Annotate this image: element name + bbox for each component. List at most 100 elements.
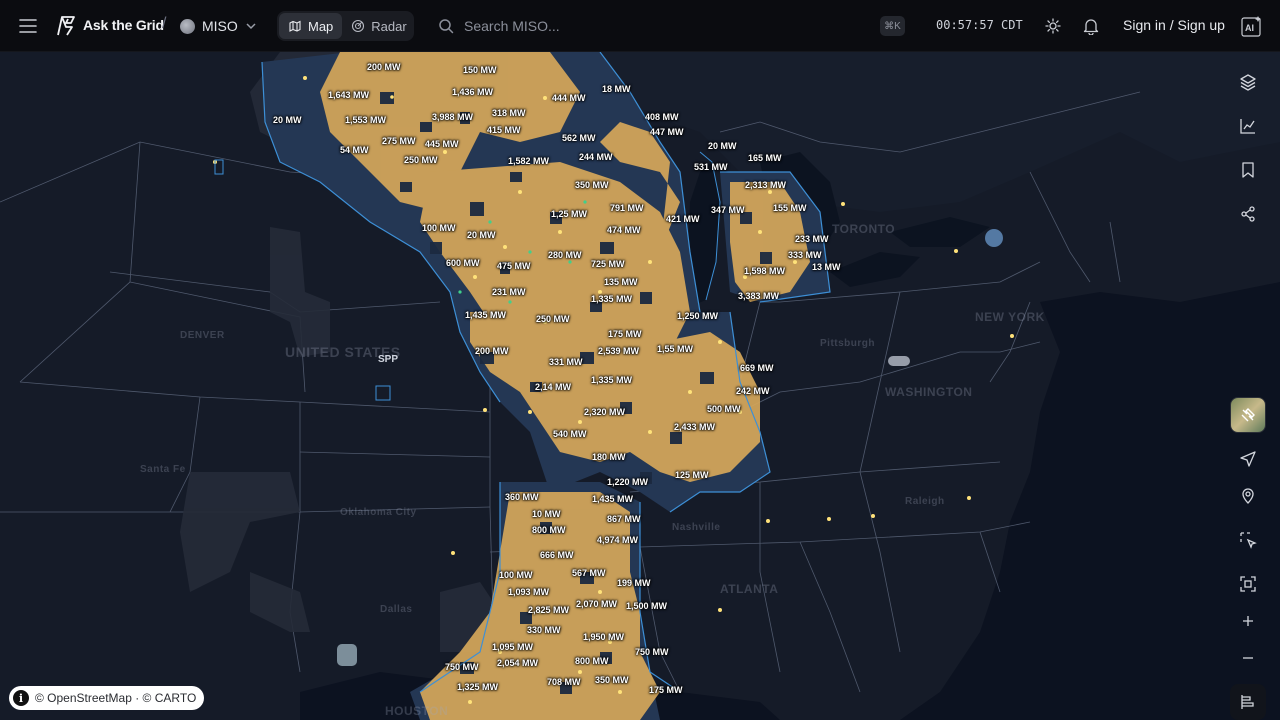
capacity-label: 180 MW [592,452,626,462]
capacity-label: 4,974 MW [597,535,639,545]
fit-icon [1240,576,1256,592]
share-button[interactable] [1230,196,1266,232]
map-basemap [0,52,1280,720]
capacity-label: 1,335 MW [591,375,633,385]
city-label: Oklahoma City [340,507,417,518]
fit-view-button[interactable] [1230,566,1266,602]
capacity-label: 1,598 MW [744,266,786,276]
capacity-label: 725 MW [591,259,625,269]
bookmark-button[interactable] [1230,152,1266,188]
capacity-label: 280 MW [548,250,582,260]
capacity-label: 333 MW [788,250,822,260]
map-canvas[interactable]: UNITED STATES DENVER Oklahoma City Dalla… [0,52,1280,720]
chart-button[interactable] [1230,108,1266,144]
iso-selector[interactable]: MISO [180,14,257,38]
capacity-label: 1,093 MW [508,587,550,597]
radar-icon [352,19,365,33]
capacity-label: 242 MW [736,386,770,396]
capacity-label: 1,643 MW [328,90,370,100]
legend-button[interactable] [1230,684,1266,720]
view-switcher: Map Radar [277,11,414,41]
capacity-label: 666 MW [540,550,574,560]
zoom-out-icon [1243,657,1253,659]
capacity-label: 318 MW [492,108,526,118]
bookmark-icon [1242,162,1254,178]
search-input[interactable] [464,18,864,34]
search-box [430,11,910,41]
capacity-label: 1,500 MW [626,601,668,611]
map-icon [289,20,301,32]
tab-radar[interactable]: Radar [342,13,415,39]
capacity-label: 200 MW [475,346,509,356]
capacity-label: 2,825 MW [528,605,570,615]
logo-icon[interactable] [56,15,76,37]
capacity-label: 540 MW [553,429,587,439]
capacity-label: 165 MW [748,153,782,163]
menu-icon[interactable] [16,14,40,38]
capacity-label: 708 MW [547,677,581,687]
sun-icon[interactable] [1043,16,1063,36]
locate-button[interactable] [1230,441,1266,477]
capacity-label: 244 MW [579,152,613,162]
capacity-label: 330 MW [527,625,561,635]
zoom-in-button[interactable] [1230,603,1266,639]
capacity-label: 175 MW [608,329,642,339]
capacity-label: 20 MW [708,141,737,151]
capacity-label: 1,335 MW [591,294,633,304]
capacity-label: 475 MW [497,261,531,271]
satellite-toggle[interactable] [1230,397,1266,433]
select-area-button[interactable] [1230,522,1266,558]
sign-in-link[interactable]: Sign in / Sign up [1123,17,1225,33]
capacity-label: 1,553 MW [345,115,387,125]
capacity-label: 1,435 MW [592,494,634,504]
capacity-label: 2,433 MW [674,422,716,432]
capacity-label: 150 MW [463,65,497,75]
zoom-out-button[interactable] [1230,640,1266,676]
capacity-label: 199 MW [617,578,651,588]
brand-name[interactable]: Ask the Grid [83,17,164,33]
chart-icon [1240,119,1255,134]
city-label: Santa Fe [140,464,186,475]
layers-button[interactable] [1230,64,1266,100]
city-label: WASHINGTON [885,385,973,399]
tab-map[interactable]: Map [279,13,343,39]
select-icon [1240,532,1257,549]
capacity-label: 567 MW [572,568,606,578]
capacity-label: 1,582 MW [508,156,550,166]
capacity-label: 1,220 MW [607,477,649,487]
capacity-label: 331 MW [549,357,583,367]
pin-icon [1242,488,1254,504]
capacity-label: 200 MW [367,62,401,72]
capacity-label: 3,383 MW [738,291,780,301]
pin-button[interactable] [1230,478,1266,514]
capacity-label: 867 MW [607,514,641,524]
ai-label: AI [1245,23,1254,33]
bell-icon[interactable] [1081,16,1101,36]
capacity-label: 408 MW [645,112,679,122]
capacity-label: 13 MW [812,262,841,272]
search-icon [439,19,454,34]
capacity-label: 125 MW [675,470,709,480]
share-icon [1241,206,1255,222]
capacity-label: 135 MW [604,277,638,287]
chevron-down-icon [246,23,256,30]
capacity-label: 20 MW [273,115,302,125]
capacity-label: 2,313 MW [745,180,787,190]
info-icon[interactable]: i [13,690,29,706]
city-label: ATLANTA [720,582,779,596]
map-attribution[interactable]: i © OpenStreetMap · © CARTO [9,686,205,710]
capacity-label: 54 MW [340,145,369,155]
capacity-label: 421 MW [666,214,700,224]
capacity-label: 1,55 MW [657,344,694,354]
capacity-label: 531 MW [694,162,728,172]
capacity-label: 750 MW [445,662,479,672]
ai-assistant-button[interactable]: AI [1241,15,1263,37]
capacity-label: 231 MW [492,287,526,297]
capacity-label: 1,436 MW [452,87,494,97]
city-label: DENVER [180,330,225,341]
capacity-label: 2,539 MW [598,346,640,356]
layers-icon [1240,74,1256,91]
capacity-label: 20 MW [467,230,496,240]
capacity-label: 1,435 MW [465,310,507,320]
capacity-label: 233 MW [795,234,829,244]
